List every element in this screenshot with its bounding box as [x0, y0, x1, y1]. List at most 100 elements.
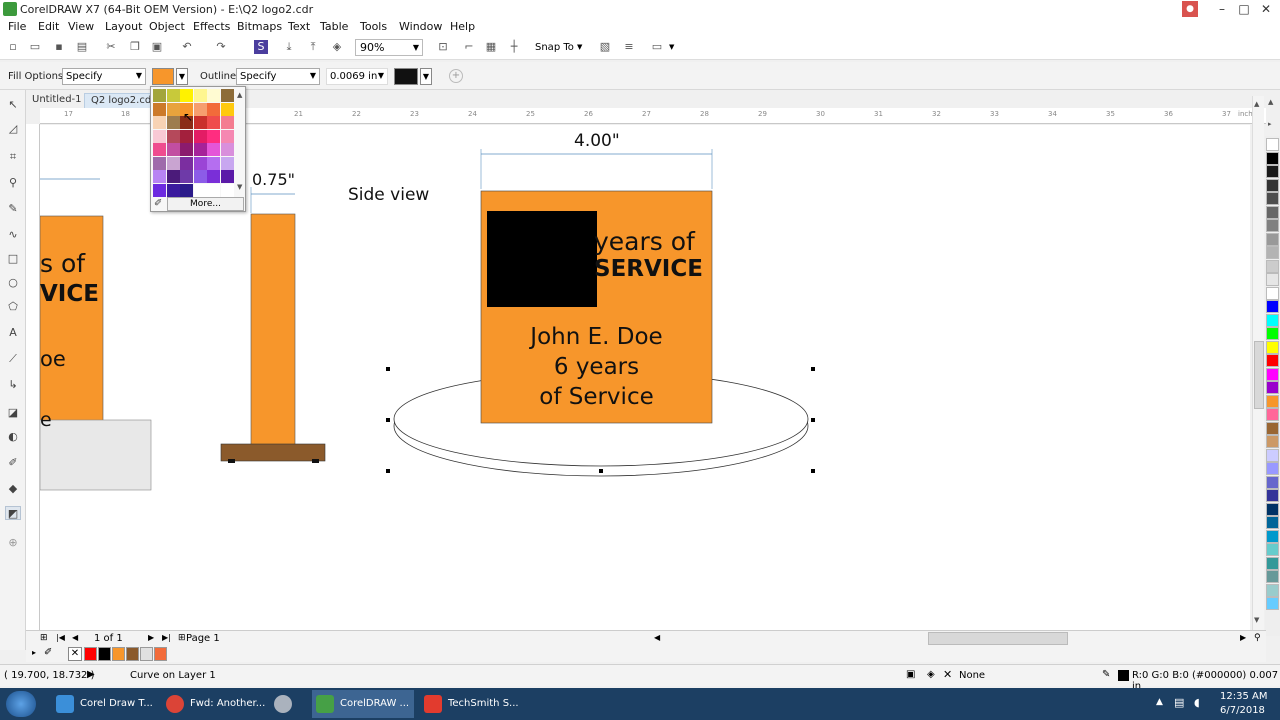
vertical-scroll-thumb[interactable]	[1254, 341, 1264, 409]
document-swatch[interactable]	[98, 647, 111, 661]
page-options-icon[interactable]: ⊞	[40, 633, 48, 643]
left-base-shape[interactable]	[40, 419, 152, 491]
show-grid-icon[interactable]: ▦	[484, 40, 498, 54]
menu-edit[interactable]: Edit	[38, 20, 59, 33]
color-swatch[interactable]	[207, 89, 220, 102]
welcome-screen-icon[interactable]: ▭	[650, 40, 664, 54]
import-icon[interactable]: ⤓	[282, 40, 296, 54]
palette-swatch[interactable]	[1266, 408, 1279, 421]
palette-swatch[interactable]	[1266, 205, 1279, 219]
close-button[interactable]: ✕	[1256, 1, 1276, 17]
palette-swatch[interactable]	[1266, 340, 1279, 354]
left-partial-text-1[interactable]: s of	[40, 249, 85, 278]
add-page-icon[interactable]: ⊞	[178, 633, 186, 643]
color-swatch[interactable]	[180, 156, 193, 170]
scroll-down-icon[interactable]: ▼	[237, 183, 242, 191]
tray-arrow-icon[interactable]: ▲	[1156, 697, 1163, 707]
palette-options-icon[interactable]: ▸	[1268, 120, 1272, 128]
horizontal-scroll-thumb[interactable]	[928, 632, 1068, 645]
top-dimension-label[interactable]: 4.00"	[574, 131, 620, 151]
eyedropper-icon[interactable]: ✐	[44, 647, 52, 658]
cut-icon[interactable]: ✂	[104, 40, 118, 54]
publish-pdf-icon[interactable]: ◈	[330, 40, 344, 54]
zoom-level-combo[interactable]: 90% ▼	[355, 39, 423, 56]
undo-icon[interactable]: ↶	[180, 40, 194, 54]
menu-bitmaps[interactable]: Bitmaps	[237, 20, 282, 33]
side-view-base[interactable]	[220, 443, 326, 462]
minimize-button[interactable]: –	[1212, 1, 1232, 17]
color-swatch[interactable]	[207, 156, 220, 170]
color-swatch[interactable]	[153, 170, 166, 183]
color-swatch[interactable]	[193, 183, 207, 197]
show-guidelines-icon[interactable]: ┼	[507, 40, 521, 54]
color-swatch[interactable]	[207, 116, 220, 129]
color-swatch[interactable]	[166, 116, 180, 129]
taskbar-item-techsmith[interactable]: TechSmith S...	[420, 690, 522, 718]
color-swatch[interactable]	[220, 156, 234, 170]
eyedropper-icon[interactable]: ✐	[154, 198, 162, 209]
color-swatch[interactable]	[166, 129, 180, 143]
interactive-fill-tool-icon[interactable]: ◆	[5, 482, 21, 496]
menu-file[interactable]: File	[8, 20, 26, 33]
vertical-ruler[interactable]	[26, 124, 40, 632]
more-colors-button[interactable]: More...	[167, 197, 244, 211]
color-swatch[interactable]	[220, 129, 234, 143]
redo-icon[interactable]: ↷	[214, 40, 228, 54]
scroll-left-icon[interactable]: ◀	[654, 633, 660, 642]
palette-swatch[interactable]	[1266, 502, 1279, 516]
color-swatch[interactable]	[207, 170, 220, 183]
menu-window[interactable]: Window	[399, 20, 442, 33]
palette-swatch[interactable]	[1266, 367, 1279, 381]
color-swatch[interactable]	[153, 143, 166, 156]
pick-tool-icon[interactable]: ↖	[5, 98, 21, 112]
drop-shadow-tool-icon[interactable]: ◪	[5, 406, 21, 420]
menu-text[interactable]: Text	[288, 20, 310, 33]
clock-time[interactable]: 12:35 AM	[1220, 691, 1267, 702]
left-partial-text-3[interactable]: oe	[40, 347, 66, 371]
color-swatch[interactable]	[207, 143, 220, 156]
menu-layout[interactable]: Layout	[105, 20, 142, 33]
scroll-right-icon[interactable]: ▶	[1240, 633, 1246, 642]
add-icon[interactable]: +	[449, 69, 463, 83]
menu-view[interactable]: View	[68, 20, 94, 33]
name-text-block[interactable]: John E. Doe 6 years of Service	[481, 322, 712, 412]
palette-swatch[interactable]	[1266, 570, 1279, 583]
taskbar-item-snip[interactable]	[270, 690, 306, 718]
last-page-icon[interactable]: ▶|	[162, 633, 171, 642]
palette-swatch[interactable]	[1266, 597, 1279, 610]
connector-tool-icon[interactable]: ↳	[5, 378, 21, 392]
palette-swatch[interactable]	[1266, 138, 1279, 151]
freehand-tool-icon[interactable]: ✎	[5, 202, 21, 216]
palette-swatch[interactable]	[1266, 448, 1279, 462]
user-icon[interactable]: ●	[1182, 1, 1198, 17]
crop-tool-icon[interactable]: ⌗	[5, 150, 21, 164]
first-page-icon[interactable]: |◀	[56, 633, 65, 642]
palette-swatch[interactable]	[1266, 286, 1279, 300]
color-swatch[interactable]	[166, 89, 180, 102]
color-swatch[interactable]	[193, 143, 207, 156]
palette-menu-icon[interactable]: ▸	[32, 648, 36, 657]
plaque-years-of-text[interactable]: years of	[594, 227, 695, 256]
palette-swatch[interactable]	[1266, 583, 1279, 597]
zoom-icon[interactable]: ⚲	[1254, 633, 1261, 643]
export-icon[interactable]: ⤒	[306, 40, 320, 54]
maximize-button[interactable]: □	[1234, 1, 1254, 17]
palette-swatch[interactable]	[1266, 394, 1279, 408]
side-dimension-label[interactable]: 0.75"	[252, 170, 295, 189]
color-swatch[interactable]	[220, 143, 234, 156]
logo-placeholder-block[interactable]	[487, 211, 597, 307]
palette-swatch[interactable]	[1266, 232, 1279, 246]
shape-tool-icon[interactable]: ◿	[5, 122, 21, 136]
palette-swatch[interactable]	[1266, 178, 1279, 192]
color-swatch[interactable]	[207, 129, 220, 143]
color-swatch[interactable]	[193, 102, 207, 116]
document-swatch[interactable]	[140, 647, 153, 661]
palette-swatch[interactable]	[1266, 435, 1279, 448]
color-swatch[interactable]	[153, 183, 166, 197]
color-swatch[interactable]	[166, 143, 180, 156]
palette-swatch[interactable]	[1266, 489, 1279, 502]
color-swatch[interactable]	[166, 156, 180, 170]
tray-volume-icon[interactable]: ◖	[1194, 696, 1200, 709]
palette-scroll-up-icon[interactable]: ▲	[1268, 98, 1273, 106]
palette-swatch[interactable]	[1266, 475, 1279, 489]
